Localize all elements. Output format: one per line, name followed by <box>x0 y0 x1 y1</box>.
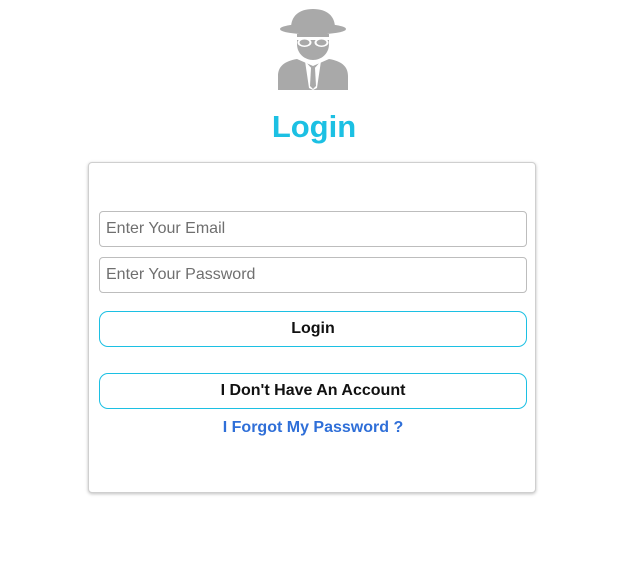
password-field[interactable] <box>99 257 527 293</box>
spy-incognito-icon <box>278 9 348 90</box>
login-page: Login Login I Don't Have An Account I Fo… <box>0 0 628 577</box>
page-title: Login <box>271 109 357 144</box>
email-field[interactable] <box>99 211 527 247</box>
no-account-button[interactable]: I Don't Have An Account <box>99 373 527 409</box>
forgot-password-link[interactable]: I Forgot My Password ? <box>89 419 537 437</box>
login-card: Login I Don't Have An Account I Forgot M… <box>88 162 536 493</box>
login-button[interactable]: Login <box>99 311 527 347</box>
